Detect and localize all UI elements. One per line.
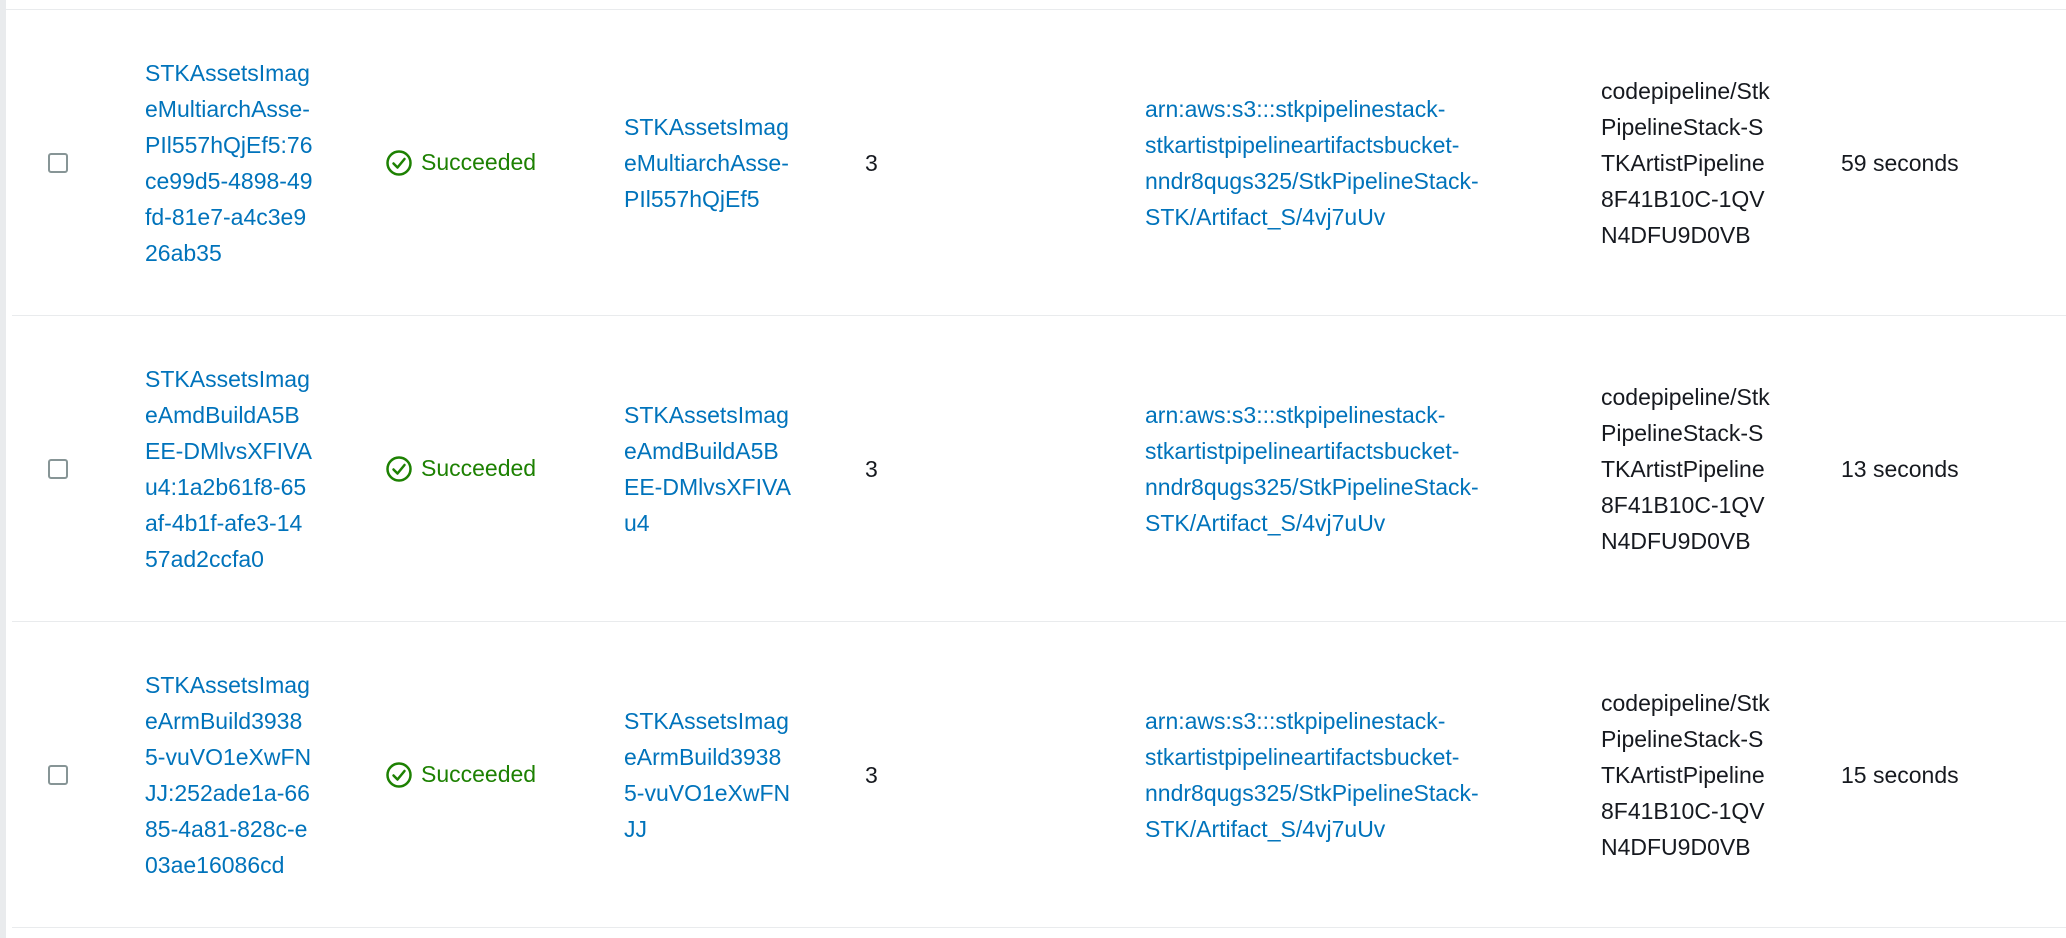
version-text: 3 — [865, 455, 878, 482]
role-text: codepipeline/StkPipelineStack-STKArtistP… — [1601, 77, 1770, 248]
duration-cell: 15 seconds — [1841, 622, 2041, 927]
status-badge: Succeeded — [385, 149, 536, 177]
build-run-link[interactable]: STKAssetsImageMultiarchAsse-PIl557hQjEf5… — [145, 55, 315, 271]
build-run-cell: STKAssetsImageMultiarchAsse-PIl557hQjEf5… — [145, 10, 325, 315]
table-top-divider — [6, 0, 2066, 10]
version-cell: 3 — [865, 316, 925, 621]
action-cell: STKAssetsImageAmdBuildA5BEE-DMlvsXFIVAu4 — [624, 316, 804, 621]
row-select-cell — [48, 316, 88, 621]
version-text: 3 — [865, 149, 878, 176]
version-text: 3 — [865, 761, 878, 788]
row-select-checkbox[interactable] — [48, 458, 68, 479]
role-cell: codepipeline/StkPipelineStack-STKArtistP… — [1601, 10, 1781, 315]
artifact-cell: arn:aws:s3:::stkpipelinestack-stkartistp… — [1145, 316, 1545, 621]
artifact-link[interactable]: arn:aws:s3:::stkpipelinestack-stkartistp… — [1145, 397, 1525, 541]
status-cell: Succeeded — [385, 622, 615, 927]
status-badge: Succeeded — [385, 761, 536, 789]
success-check-circle-icon — [385, 149, 413, 177]
version-cell: 3 — [865, 622, 925, 927]
duration-cell: 59 seconds — [1841, 10, 2041, 315]
build-run-cell: STKAssetsImageArmBuild39385-vuVO1eXwFNJJ… — [145, 622, 325, 927]
build-run-cell: STKAssetsImageAmdBuildA5BEE-DMlvsXFIVAu4… — [145, 316, 325, 621]
duration-text: 15 seconds — [1841, 761, 1959, 788]
action-cell: STKAssetsImageArmBuild39385-vuVO1eXwFNJJ — [624, 622, 804, 927]
artifact-cell: arn:aws:s3:::stkpipelinestack-stkartistp… — [1145, 622, 1545, 927]
table-row: STKAssetsImageArmBuild39385-vuVO1eXwFNJJ… — [12, 622, 2066, 928]
build-runs-table: STKAssetsImageMultiarchAsse-PIl557hQjEf5… — [0, 0, 2066, 938]
status-text: Succeeded — [421, 149, 537, 175]
role-cell: codepipeline/StkPipelineStack-STKArtistP… — [1601, 622, 1781, 927]
artifact-cell: arn:aws:s3:::stkpipelinestack-stkartistp… — [1145, 10, 1545, 315]
action-link[interactable]: STKAssetsImageAmdBuildA5BEE-DMlvsXFIVAu4 — [624, 397, 794, 541]
success-check-circle-icon — [385, 455, 413, 483]
row-select-checkbox[interactable] — [48, 152, 68, 173]
row-select-cell — [48, 10, 88, 315]
action-link[interactable]: STKAssetsImageArmBuild39385-vuVO1eXwFNJJ — [624, 703, 794, 847]
artifact-link[interactable]: arn:aws:s3:::stkpipelinestack-stkartistp… — [1145, 91, 1525, 235]
role-cell: codepipeline/StkPipelineStack-STKArtistP… — [1601, 316, 1781, 621]
duration-text: 59 seconds — [1841, 149, 1959, 176]
row-select-checkbox[interactable] — [48, 764, 68, 785]
role-text: codepipeline/StkPipelineStack-STKArtistP… — [1601, 689, 1770, 860]
role-text: codepipeline/StkPipelineStack-STKArtistP… — [1601, 383, 1770, 554]
build-run-link[interactable]: STKAssetsImageAmdBuildA5BEE-DMlvsXFIVAu4… — [145, 361, 315, 577]
status-cell: Succeeded — [385, 316, 615, 621]
row-select-cell — [48, 622, 88, 927]
build-run-link[interactable]: STKAssetsImageArmBuild39385-vuVO1eXwFNJJ… — [145, 667, 315, 883]
duration-text: 13 seconds — [1841, 455, 1959, 482]
version-cell: 3 — [865, 10, 925, 315]
status-cell: Succeeded — [385, 10, 615, 315]
status-badge: Succeeded — [385, 455, 536, 483]
table-row: STKAssetsImageAmdBuildA5BEE-DMlvsXFIVAu4… — [12, 316, 2066, 622]
duration-cell: 13 seconds — [1841, 316, 2041, 621]
artifact-link[interactable]: arn:aws:s3:::stkpipelinestack-stkartistp… — [1145, 703, 1525, 847]
status-text: Succeeded — [421, 455, 537, 481]
action-link[interactable]: STKAssetsImageMultiarchAsse-PIl557hQjEf5 — [624, 109, 794, 217]
table-row: STKAssetsImageMultiarchAsse-PIl557hQjEf5… — [12, 10, 2066, 316]
action-cell: STKAssetsImageMultiarchAsse-PIl557hQjEf5 — [624, 10, 804, 315]
success-check-circle-icon — [385, 761, 413, 789]
status-text: Succeeded — [421, 761, 537, 787]
